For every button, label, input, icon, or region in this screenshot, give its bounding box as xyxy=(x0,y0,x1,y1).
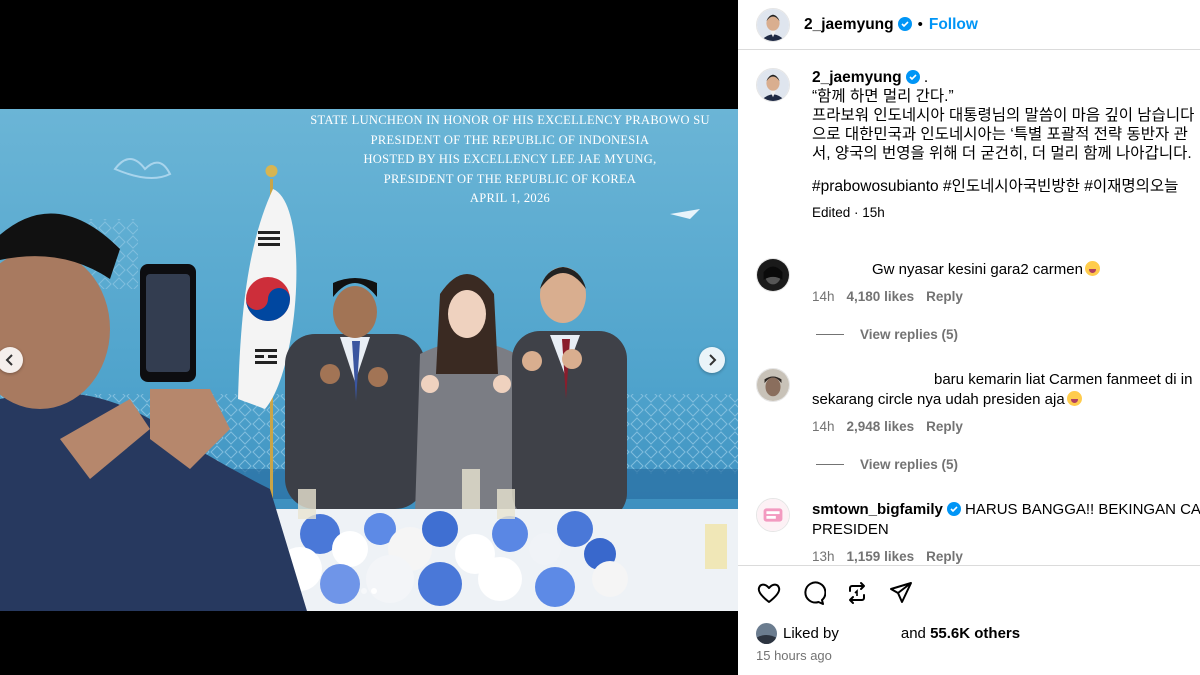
likes-count[interactable]: 55.6K others xyxy=(930,625,1020,642)
view-replies-button[interactable]: View replies (5) xyxy=(816,327,958,342)
avatar[interactable] xyxy=(756,623,777,644)
comment-time: 14h xyxy=(812,289,835,304)
event-banner-text: STATE LUNCHEON IN HONOR OF HIS EXCELLENC… xyxy=(260,109,738,209)
comment-body: Gw nyasar kesini gara2 carmen 14h 4,180 … xyxy=(812,260,1200,307)
comment-icon[interactable] xyxy=(800,580,826,606)
banner-line: HOSTED BY HIS EXCELLENCY LEE JAE MYUNG, xyxy=(363,152,657,166)
view-replies-line xyxy=(816,334,844,335)
banner-line: PRESIDENT OF THE REPUBLIC OF INDONESIA xyxy=(370,132,650,147)
post-photo[interactable]: STATE LUNCHEON IN HONOR OF HIS EXCELLENC… xyxy=(0,109,738,611)
post-side-panel: 2_jaemyung • Follow 2_jaemyung . “함께 하면 … xyxy=(738,0,1200,675)
avatar-image xyxy=(757,499,789,531)
view-replies-line xyxy=(816,464,844,465)
avatar-image xyxy=(756,623,777,644)
comment-text: baru kemarin liat Carmen fanmeet di in xyxy=(934,371,1193,388)
avatar[interactable] xyxy=(756,498,790,532)
comment-text: HARUS BANGGA!! BEKINGAN CARM xyxy=(965,501,1200,518)
liked-by-user[interactable] xyxy=(839,628,901,640)
share-icon[interactable] xyxy=(888,580,914,606)
header-username[interactable]: 2_jaemyung xyxy=(804,16,912,34)
view-replies-label: View replies (5) xyxy=(860,457,959,472)
comment-time: 14h xyxy=(812,419,835,434)
comment-text: sekarang circle nya udah presiden aja xyxy=(812,391,1065,408)
reply-button[interactable]: Reply xyxy=(926,287,963,307)
reply-button[interactable]: Reply xyxy=(926,547,963,567)
carousel-dots xyxy=(0,588,738,594)
carousel-dot xyxy=(361,588,367,594)
caption-line: 으로 대한민국과 인도네시아는 ‘특별 포괄적 전략 동반자 관 xyxy=(812,126,1188,143)
comment-likes[interactable]: 4,180 likes xyxy=(847,287,915,307)
liked-by: Liked by and 55.6K others xyxy=(756,623,1020,644)
caption-hashtags[interactable]: #prabowosubianto #인도네시아국빈방한 #이재명의오늘 xyxy=(812,177,1200,196)
avatar-image xyxy=(757,8,789,41)
comment-text: PRESIDEN xyxy=(812,521,889,538)
chevron-right-icon xyxy=(709,354,717,366)
comment-time: 13h xyxy=(812,549,835,564)
carousel-next-button[interactable] xyxy=(699,347,725,373)
header-username-text: 2_jaemyung xyxy=(804,15,894,33)
comment-username[interactable]: smtown_bigfamily xyxy=(812,501,943,518)
comment-likes[interactable]: 2,948 likes xyxy=(847,417,915,437)
action-icons xyxy=(756,580,914,606)
caption-username[interactable]: 2_jaemyung xyxy=(812,69,902,86)
view-replies-label: View replies (5) xyxy=(860,327,959,342)
post-header: 2_jaemyung • Follow xyxy=(738,0,1200,50)
comment-likes[interactable]: 1,159 likes xyxy=(847,547,915,567)
heart-icon[interactable] xyxy=(756,580,782,606)
emoji-icon xyxy=(1084,261,1100,276)
caption-line: 프라보워 인도네시아 대통령님의 말씀이 마음 깊이 남습니다 xyxy=(812,107,1195,124)
carousel-dot-active xyxy=(371,588,377,594)
comment-body: baru kemarin liat Carmen fanmeet di in s… xyxy=(812,370,1200,437)
avatar-image xyxy=(757,259,789,291)
caption-line: “함께 하면 멀리 간다.” xyxy=(812,88,954,105)
post-timestamp[interactable]: 15 hours ago xyxy=(756,648,832,663)
avatar-image xyxy=(757,369,789,401)
caption-meta: Edited · 15h xyxy=(812,205,885,220)
reply-button[interactable]: Reply xyxy=(926,417,963,437)
chevron-left-icon xyxy=(5,354,13,366)
liked-by-and: and xyxy=(900,625,926,642)
separator-dot: • xyxy=(917,16,923,33)
caption-line: 서, 양국의 번영을 위해 더 굳건히, 더 멀리 함께 나아갑니다. xyxy=(812,145,1192,162)
verified-badge-icon xyxy=(897,16,912,31)
caption-after-name: . xyxy=(919,69,929,86)
avatar-image xyxy=(757,69,789,101)
caption-body: 2_jaemyung . “함께 하면 멀리 간다.” 프라보워 인도네시아 대… xyxy=(812,68,1200,222)
avatar[interactable] xyxy=(756,68,790,102)
verified-badge-icon xyxy=(905,70,920,84)
comment-body: smtown_bigfamily HARUS BANGGA!! BEKINGAN… xyxy=(812,500,1200,567)
post-media: STATE LUNCHEON IN HONOR OF HIS EXCELLENC… xyxy=(0,0,738,675)
verified-badge-icon xyxy=(946,502,961,516)
avatar[interactable] xyxy=(756,258,790,292)
comment-meta: 14h 2,948 likes Reply xyxy=(812,417,1200,437)
emoji-icon xyxy=(1066,391,1082,406)
comment-text: Gw nyasar kesini gara2 carmen xyxy=(872,261,1083,278)
comment-meta: 13h 1,159 likes Reply xyxy=(812,547,1200,567)
banner-line: APRIL 1, 2026 xyxy=(469,191,551,205)
banner-line: STATE LUNCHEON IN HONOR OF HIS EXCELLENC… xyxy=(310,113,710,127)
avatar[interactable] xyxy=(756,7,790,42)
avatar[interactable] xyxy=(756,368,790,402)
comment-meta: 14h 4,180 likes Reply xyxy=(812,287,1200,307)
follow-button[interactable]: Follow xyxy=(929,16,978,34)
liked-by-prefix: Liked by xyxy=(783,625,839,642)
repost-icon[interactable] xyxy=(844,580,870,606)
view-replies-button[interactable]: View replies (5) xyxy=(816,457,958,472)
post-actions-bar: Liked by and 55.6K others 15 hours ago xyxy=(738,565,1200,675)
banner-line: PRESIDENT OF THE REPUBLIC OF KOREA xyxy=(383,171,637,186)
